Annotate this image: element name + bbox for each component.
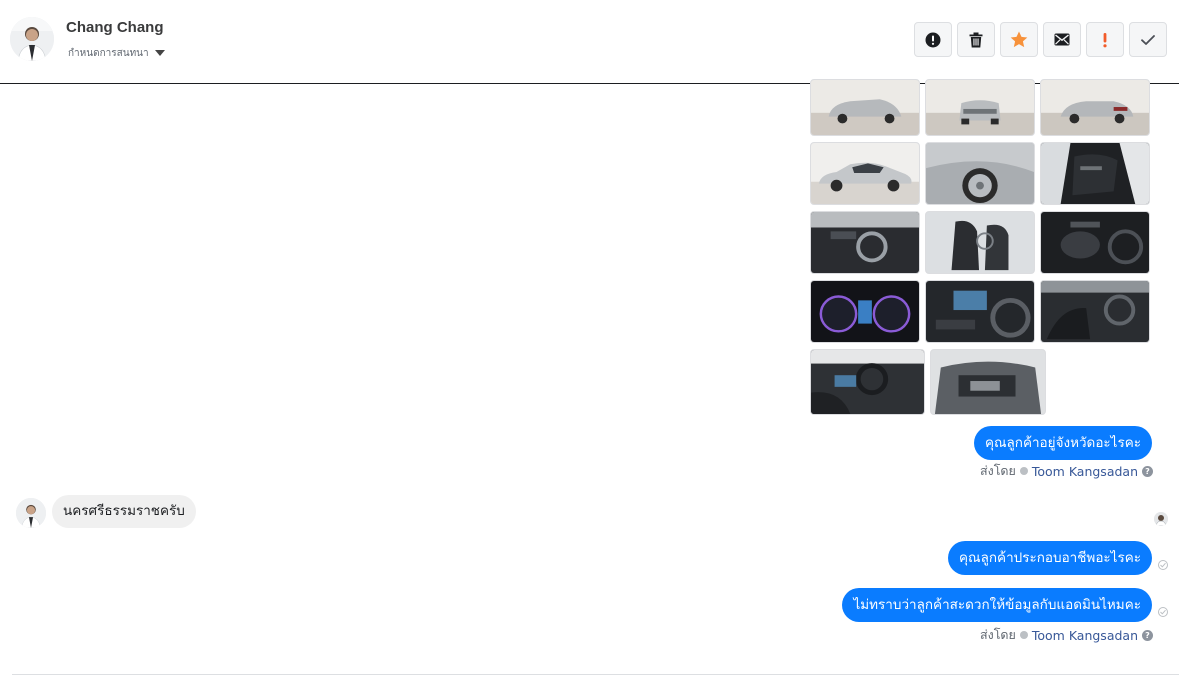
checkmark-icon bbox=[1141, 34, 1155, 45]
car-photo-11-image bbox=[926, 281, 1034, 342]
conversation-status-dropdown[interactable]: กำหนดการสนทนา bbox=[68, 46, 165, 60]
car-photo-6-image bbox=[1041, 143, 1149, 204]
car-photo-14-image bbox=[931, 350, 1045, 414]
sent-by-label: ส่งโดย bbox=[979, 627, 1016, 642]
exclamation-icon bbox=[1103, 32, 1107, 47]
car-photo-11[interactable] bbox=[925, 280, 1035, 343]
car-photo-9-image bbox=[1041, 212, 1149, 273]
car-photo-13[interactable] bbox=[810, 349, 925, 415]
sender-avatar[interactable] bbox=[16, 498, 46, 528]
read-receipt-avatar bbox=[1154, 512, 1168, 526]
user-name[interactable]: Chang Chang bbox=[66, 19, 164, 36]
sent-by-label: ส่งโดย bbox=[979, 463, 1016, 478]
conversation-toolbar bbox=[914, 22, 1167, 57]
car-photo-9[interactable] bbox=[1040, 211, 1150, 274]
message-bubble-incoming[interactable]: นครศรีธรรมราชครับ bbox=[52, 495, 196, 528]
message-bubble-outgoing[interactable]: คุณลูกค้าประกอบอาชีพอะไรคะ bbox=[948, 541, 1152, 575]
composer-divider bbox=[12, 674, 1179, 675]
conversation-header: Chang Chang กำหนดการสนทนา bbox=[0, 0, 1179, 84]
car-photo-3-image bbox=[1041, 80, 1149, 135]
conversation-status-label: กำหนดการสนทนา bbox=[68, 47, 149, 59]
sender-avatar-image bbox=[16, 498, 46, 528]
car-photo-2-image bbox=[926, 80, 1034, 135]
delete-button[interactable] bbox=[957, 22, 995, 57]
car-photo-6[interactable] bbox=[1040, 142, 1150, 205]
mark-unread-button[interactable] bbox=[1043, 22, 1081, 57]
car-photo-12[interactable] bbox=[1040, 280, 1150, 343]
dot-check-icon bbox=[1019, 631, 1028, 639]
car-photo-14[interactable] bbox=[930, 349, 1046, 415]
message-bubble-outgoing[interactable]: ไม่ทราบว่าลูกค้าสะดวกให้ข้อมูลกับแอดมินไ… bbox=[842, 588, 1152, 622]
sent-check-icon bbox=[1158, 560, 1168, 570]
car-photo-8-image bbox=[926, 212, 1034, 273]
car-photo-12-image bbox=[1041, 281, 1149, 342]
admin-name-link[interactable]: Toom Kangsadan bbox=[1032, 464, 1138, 479]
avatar[interactable] bbox=[10, 17, 54, 61]
car-photo-4[interactable] bbox=[810, 142, 920, 205]
message-bubble-outgoing[interactable]: คุณลูกค้าอยู่จังหวัดอะไรคะ bbox=[973, 426, 1152, 460]
star-icon bbox=[1010, 31, 1028, 48]
alert-button[interactable] bbox=[914, 22, 952, 57]
read-receipt-avatar-image bbox=[1154, 512, 1168, 526]
caret-down-icon bbox=[154, 50, 165, 56]
car-photo-10-image bbox=[811, 281, 919, 342]
star-button[interactable] bbox=[1000, 22, 1038, 57]
exclamation-circle-icon bbox=[925, 32, 941, 47]
spam-button[interactable] bbox=[1086, 22, 1124, 57]
admin-name-link[interactable]: Toom Kangsadan bbox=[1032, 628, 1138, 643]
dot-check-icon bbox=[1019, 467, 1028, 475]
avatar-image bbox=[10, 17, 54, 61]
sent-check-icon bbox=[1158, 607, 1168, 617]
car-photo-13-image bbox=[811, 350, 924, 414]
car-photo-5[interactable] bbox=[925, 142, 1035, 205]
car-photo-1-image bbox=[811, 80, 919, 135]
trash-icon bbox=[969, 32, 983, 47]
car-photo-7[interactable] bbox=[810, 211, 920, 274]
done-button[interactable] bbox=[1129, 22, 1167, 57]
help-icon[interactable]: ? bbox=[1142, 465, 1153, 477]
car-photo-5-image bbox=[926, 143, 1034, 204]
car-photo-1[interactable] bbox=[810, 79, 920, 136]
sent-by-info: ส่งโดย Toom Kangsadan ? bbox=[980, 627, 1153, 643]
message-thread[interactable]: คุณลูกค้าอยู่จังหวัดอะไรคะ ส่งโดย Toom K… bbox=[0, 79, 1179, 677]
car-photo-8[interactable] bbox=[925, 211, 1035, 274]
inbox-conversation-view: Chang Chang กำหนดการสนทนา คุณลูกค้าอยู่จ… bbox=[0, 0, 1179, 677]
car-photo-3[interactable] bbox=[1040, 79, 1150, 136]
envelope-icon bbox=[1054, 33, 1070, 46]
car-photo-2[interactable] bbox=[925, 79, 1035, 136]
sent-by-info: ส่งโดย Toom Kangsadan ? bbox=[980, 463, 1153, 479]
car-photo-10[interactable] bbox=[810, 280, 920, 343]
car-photo-7-image bbox=[811, 212, 919, 273]
car-photo-4-image bbox=[811, 143, 919, 204]
help-icon[interactable]: ? bbox=[1142, 629, 1153, 641]
